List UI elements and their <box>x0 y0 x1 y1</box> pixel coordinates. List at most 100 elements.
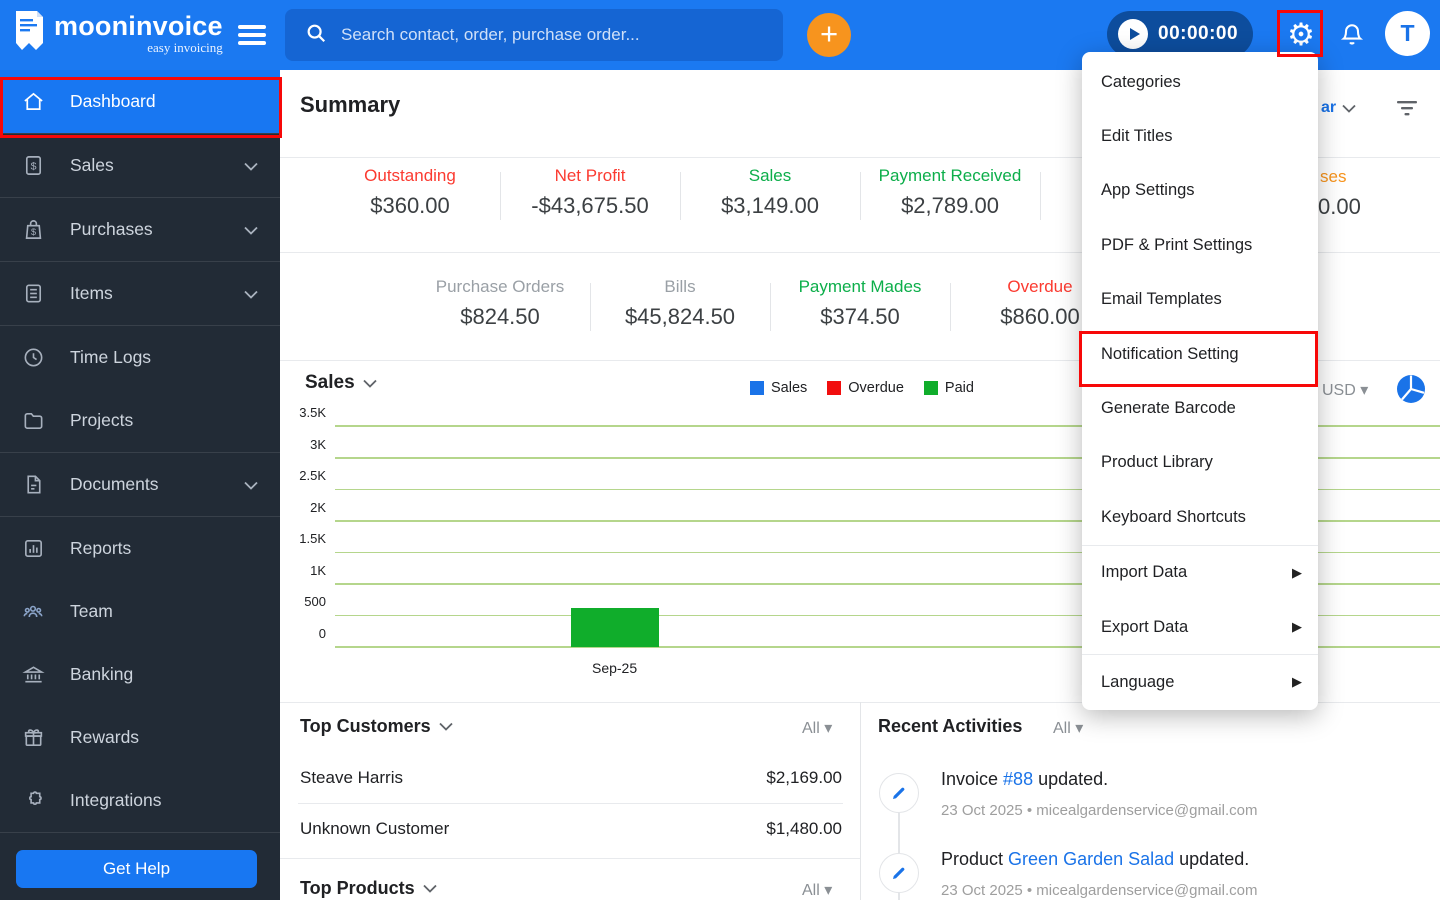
settings-dropdown-menu: Categories Edit Titles App Settings PDF … <box>1082 52 1318 710</box>
y-axis-tick-label: 500 <box>304 594 326 610</box>
sales-invoice-icon: $ <box>20 154 46 178</box>
divider <box>298 803 843 804</box>
recent-activities-filter[interactable]: All ▾ <box>1053 718 1083 738</box>
home-icon <box>20 90 46 114</box>
search-icon <box>305 22 327 49</box>
top-products-filter[interactable]: All ▾ <box>802 880 832 900</box>
activity-link[interactable]: #88 <box>1003 769 1033 789</box>
stat-value: $374.50 <box>820 304 900 329</box>
stat-label: Net Profit <box>554 166 626 185</box>
menu-item-edit-titles[interactable]: Edit Titles <box>1082 109 1318 163</box>
submenu-arrow-icon: ▶ <box>1292 564 1302 580</box>
activity-item[interactable]: Product Green Garden Salad updated. 23 O… <box>941 849 1257 899</box>
stat-outstanding: Outstanding $360.00 <box>320 166 500 219</box>
legend-item-paid[interactable]: Paid <box>923 380 974 396</box>
stat-label: Purchase Orders <box>435 277 565 296</box>
y-axis-tick-label: 3.5K <box>299 405 326 420</box>
search-input[interactable]: Search contact, order, purchase order... <box>285 9 783 61</box>
sidebar-item-banking[interactable]: Banking <box>0 643 280 706</box>
get-help-button[interactable]: Get Help <box>16 850 257 888</box>
stat-label: Outstanding <box>364 166 456 185</box>
brand-logo[interactable]: mooninvoice easy invoicing <box>14 9 223 58</box>
menu-item-app-settings[interactable]: App Settings <box>1082 164 1318 218</box>
chart-bar-paid[interactable] <box>570 607 659 647</box>
menu-item-label: Keyboard Shortcuts <box>1101 507 1246 526</box>
quick-add-button[interactable]: + <box>807 13 851 57</box>
menu-item-import-data[interactable]: Import Data ▶ <box>1082 546 1318 600</box>
menu-item-email-templates[interactable]: Email Templates <box>1082 273 1318 327</box>
sidebar-item-label: Dashboard <box>70 91 156 111</box>
legend-item-overdue[interactable]: Overdue <box>827 380 904 396</box>
activity-link[interactable]: Green Garden Salad <box>1008 849 1174 869</box>
sidebar-item-label: Purchases <box>70 219 153 239</box>
sidebar-item-team[interactable]: Team <box>0 580 280 643</box>
menu-item-pdf-print-settings[interactable]: PDF & Print Settings <box>1082 218 1318 272</box>
sidebar-item-purchases[interactable]: $ Purchases <box>0 198 280 261</box>
edit-activity-icon <box>879 853 919 893</box>
sidebar-item-rewards[interactable]: Rewards <box>0 706 280 769</box>
user-avatar[interactable]: T <box>1385 11 1430 56</box>
y-axis-tick-label: 1K <box>310 562 326 578</box>
sidebar-divider <box>0 832 280 833</box>
stat-value: $360.00 <box>370 193 450 218</box>
sidebar-item-dashboard[interactable]: Dashboard <box>0 70 280 133</box>
sidebar-item-documents[interactable]: Documents <box>0 453 280 516</box>
customer-row[interactable]: Steave Harris $2,169.00 <box>300 768 842 788</box>
filter-value: All <box>1053 720 1071 737</box>
top-products-title[interactable]: Top Products <box>300 878 437 899</box>
sidebar-item-reports[interactable]: Reports <box>0 517 280 580</box>
timer-widget[interactable]: 00:00:00 <box>1107 11 1253 57</box>
activity-item[interactable]: Invoice #88 updated. 23 Oct 2025 • micea… <box>941 769 1257 819</box>
hamburger-menu-icon[interactable] <box>238 25 266 45</box>
legend-label: Overdue <box>848 380 904 396</box>
timeline-connector <box>898 893 900 900</box>
gift-icon <box>20 726 46 750</box>
notifications-bell-icon[interactable] <box>1339 21 1365 54</box>
chevron-down-icon <box>423 884 437 893</box>
customer-name: Unknown Customer <box>300 819 450 838</box>
menu-item-notification-setting[interactable]: Notification Setting <box>1082 327 1318 381</box>
top-customers-filter[interactable]: All ▾ <box>802 718 832 738</box>
currency-selector[interactable]: USD ▾ <box>1322 380 1368 400</box>
chart-y-axis: 0 500 1K 1.5K 2K 2.5K 3K 3.5K <box>280 405 326 648</box>
sidebar-item-projects[interactable]: Projects <box>0 389 280 452</box>
sidebar-item-time-logs[interactable]: Time Logs <box>0 326 280 389</box>
period-selector-fragment[interactable]: ar <box>1321 99 1356 117</box>
invoice-logo-icon <box>14 9 45 58</box>
sidebar-item-sales[interactable]: $ Sales <box>0 134 280 197</box>
divider <box>860 702 861 900</box>
timeline-connector <box>898 813 900 853</box>
sales-chart-title[interactable]: Sales <box>305 372 377 394</box>
sidebar-item-items[interactable]: Items <box>0 262 280 325</box>
sidebar-item-integrations[interactable]: Integrations <box>0 769 280 832</box>
menu-item-product-library[interactable]: Product Library <box>1082 436 1318 490</box>
settings-gear-icon[interactable]: ⚙ <box>1284 17 1318 53</box>
top-customers-title[interactable]: Top Customers <box>300 716 453 737</box>
menu-item-language[interactable]: Language ▶ <box>1082 655 1318 709</box>
chevron-down-icon <box>244 219 258 240</box>
sidebar-item-label: Projects <box>70 410 134 430</box>
menu-item-generate-barcode[interactable]: Generate Barcode <box>1082 381 1318 435</box>
sidebar-item-label: Items <box>70 283 113 303</box>
legend-item-sales[interactable]: Sales <box>750 380 807 396</box>
stat-bills: Bills $45,824.50 <box>590 277 770 330</box>
filter-icon[interactable] <box>1396 99 1418 122</box>
menu-item-keyboard-shortcuts[interactable]: Keyboard Shortcuts <box>1082 490 1318 544</box>
x-axis-tick-label: Sep-25 <box>591 660 638 676</box>
bank-icon <box>20 663 46 687</box>
pie-chart-toggle-icon[interactable] <box>1396 374 1426 409</box>
menu-item-export-data[interactable]: Export Data ▶ <box>1082 600 1318 654</box>
clock-icon <box>20 346 46 370</box>
customer-row[interactable]: Unknown Customer $1,480.00 <box>300 819 842 839</box>
activity-text: updated. <box>1174 849 1250 869</box>
bar-chart-icon <box>20 537 46 561</box>
play-icon[interactable] <box>1118 19 1148 49</box>
customer-amount: $2,169.00 <box>766 768 842 787</box>
menu-item-categories[interactable]: Categories <box>1082 55 1318 109</box>
chevron-down-icon <box>244 474 258 495</box>
panel-title-text: Top Products <box>300 878 415 898</box>
stat-net-profit: Net Profit -$43,675.50 <box>500 166 680 219</box>
legend-label: Paid <box>944 380 974 396</box>
menu-item-label: Import Data <box>1101 563 1188 582</box>
stat-payment-received: Payment Received $2,789.00 <box>860 166 1040 219</box>
